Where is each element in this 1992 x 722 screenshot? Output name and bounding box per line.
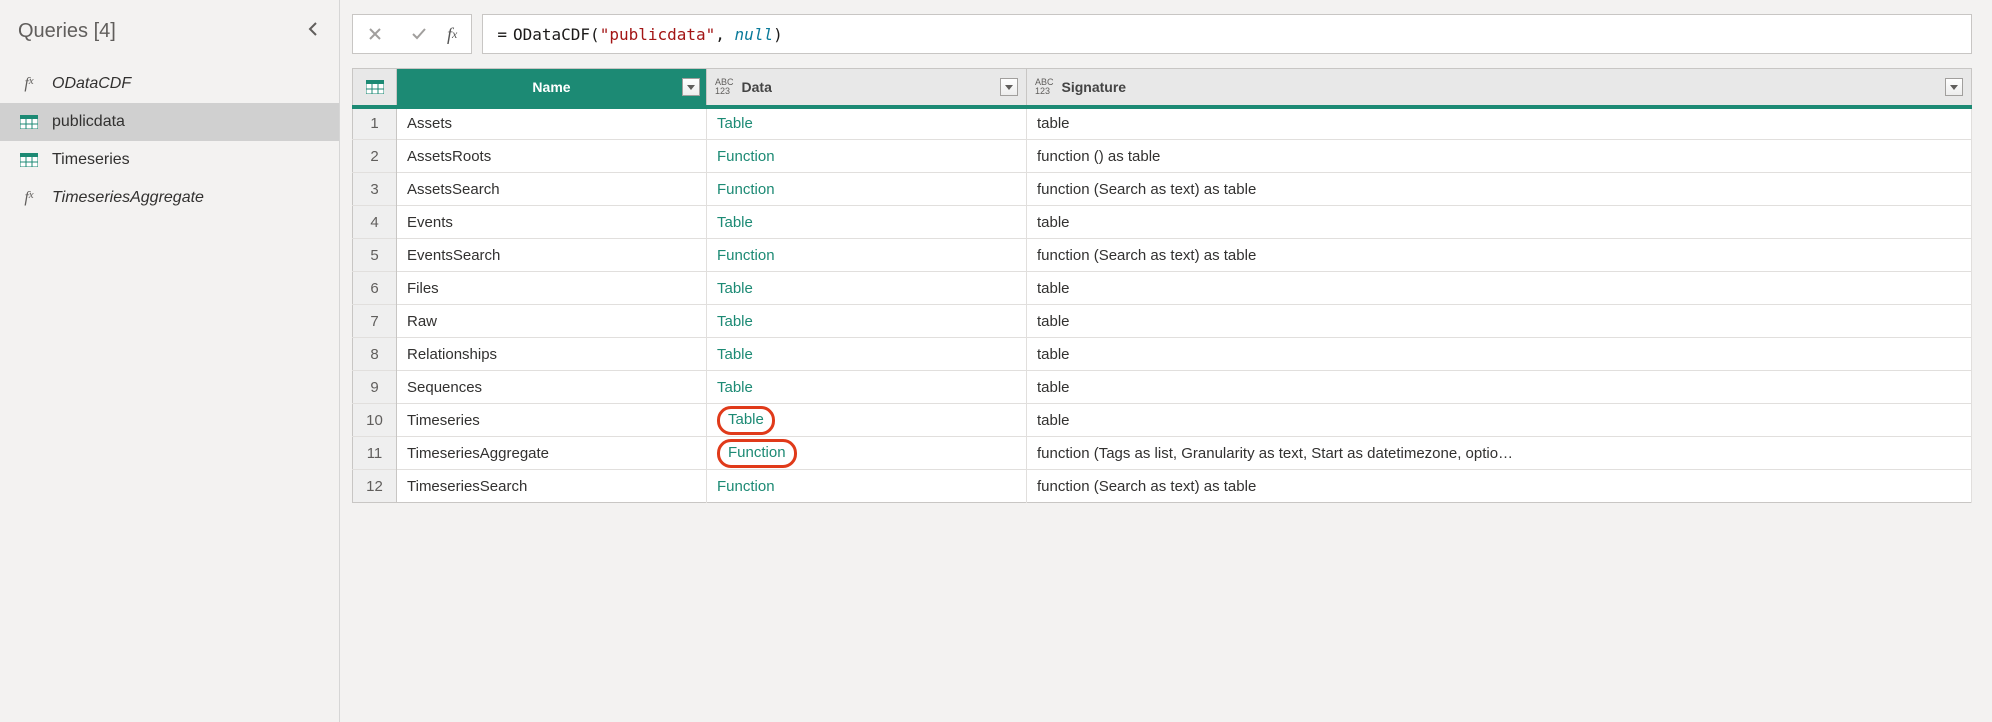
formula-input[interactable]: = ODataCDF ( "publicdata" , null ) xyxy=(482,14,1972,54)
cell-name[interactable]: EventsSearch xyxy=(397,239,707,272)
cell-signature[interactable]: table xyxy=(1027,272,1972,305)
row-number[interactable]: 1 xyxy=(353,107,397,140)
cell-data[interactable]: Table xyxy=(707,338,1027,371)
row-number[interactable]: 5 xyxy=(353,239,397,272)
row-number[interactable]: 4 xyxy=(353,206,397,239)
cell-signature[interactable]: function (Search as text) as table xyxy=(1027,239,1972,272)
cell-data[interactable]: Table xyxy=(707,371,1027,404)
table-row[interactable]: 4EventsTabletable xyxy=(353,206,1972,239)
cell-name[interactable]: TimeseriesSearch xyxy=(397,470,707,503)
cell-name[interactable]: AssetsSearch xyxy=(397,173,707,206)
cell-name[interactable]: Files xyxy=(397,272,707,305)
cell-signature[interactable]: table xyxy=(1027,338,1972,371)
queries-sidebar: Queries [4] fx ODataCDF publicdata Timeseri… xyxy=(0,0,340,722)
query-item-label: TimeseriesAggregate xyxy=(52,189,204,207)
formula-fn: ODataCDF xyxy=(513,25,590,44)
cell-name[interactable]: Assets xyxy=(397,107,707,140)
fx-icon: fx xyxy=(18,189,40,207)
filter-signature-button[interactable] xyxy=(1945,78,1963,96)
table-row[interactable]: 5EventsSearchFunctionfunction (Search as… xyxy=(353,239,1972,272)
confirm-formula-button[interactable] xyxy=(397,15,441,53)
cell-signature[interactable]: table xyxy=(1027,206,1972,239)
query-item-label: ODataCDF xyxy=(52,75,131,93)
cell-data[interactable]: Table xyxy=(707,206,1027,239)
table-icon xyxy=(18,153,40,167)
cell-signature[interactable]: table xyxy=(1027,107,1972,140)
cell-data[interactable]: Table xyxy=(707,404,1027,437)
cell-signature[interactable]: function (Search as text) as table xyxy=(1027,470,1972,503)
fx-icon: fx xyxy=(18,75,40,93)
cell-signature[interactable]: table xyxy=(1027,404,1972,437)
cell-signature[interactable]: table xyxy=(1027,305,1972,338)
filter-name-button[interactable] xyxy=(682,78,700,96)
cell-name[interactable]: Timeseries xyxy=(397,404,707,437)
query-item-publicdata[interactable]: publicdata xyxy=(0,103,339,141)
row-number[interactable]: 3 xyxy=(353,173,397,206)
filter-data-button[interactable] xyxy=(1000,78,1018,96)
table-row[interactable]: 6FilesTabletable xyxy=(353,272,1972,305)
row-number[interactable]: 10 xyxy=(353,404,397,437)
query-item-timeseries[interactable]: Timeseries xyxy=(0,141,339,179)
cell-data[interactable]: Function xyxy=(707,140,1027,173)
cell-name[interactable]: Events xyxy=(397,206,707,239)
formula-buttons: fx xyxy=(352,14,472,54)
cell-name[interactable]: Raw xyxy=(397,305,707,338)
row-number[interactable]: 7 xyxy=(353,305,397,338)
column-header-signature[interactable]: ABC123 Signature xyxy=(1027,69,1972,107)
select-all-cell[interactable] xyxy=(353,69,397,107)
cell-data[interactable]: Function xyxy=(707,470,1027,503)
row-number[interactable]: 9 xyxy=(353,371,397,404)
query-item-label: publicdata xyxy=(52,113,125,131)
chevron-left-icon[interactable] xyxy=(305,20,321,43)
query-item-timeseriesaggregate[interactable]: fx TimeseriesAggregate xyxy=(0,179,339,217)
query-item-odatacdf[interactable]: fx ODataCDF xyxy=(0,65,339,103)
cell-data[interactable]: Table xyxy=(707,272,1027,305)
row-number[interactable]: 6 xyxy=(353,272,397,305)
table-row[interactable]: 2AssetsRootsFunctionfunction () as table xyxy=(353,140,1972,173)
formula-arg: "publicdata" xyxy=(600,25,716,44)
cell-signature[interactable]: table xyxy=(1027,371,1972,404)
main-panel: fx = ODataCDF ( "publicdata" , null ) xyxy=(340,0,1992,722)
data-grid: Name ABC123 Data xyxy=(352,68,1972,503)
row-number[interactable]: 12 xyxy=(353,470,397,503)
formula-bar: fx = ODataCDF ( "publicdata" , null ) xyxy=(340,0,1992,68)
table-row[interactable]: 7RawTabletable xyxy=(353,305,1972,338)
query-item-label: Timeseries xyxy=(52,151,130,169)
table-row[interactable]: 8RelationshipsTabletable xyxy=(353,338,1972,371)
table-row[interactable]: 10TimeseriesTabletable xyxy=(353,404,1972,437)
cell-data[interactable]: Table xyxy=(707,107,1027,140)
row-number[interactable]: 2 xyxy=(353,140,397,173)
cell-signature[interactable]: function (Tags as list, Granularity as t… xyxy=(1027,437,1972,470)
cell-signature[interactable]: function (Search as text) as table xyxy=(1027,173,1972,206)
cell-name[interactable]: TimeseriesAggregate xyxy=(397,437,707,470)
type-any-icon: ABC123 xyxy=(715,78,734,96)
cancel-formula-button[interactable] xyxy=(353,15,397,53)
cell-signature[interactable]: function () as table xyxy=(1027,140,1972,173)
table-row[interactable]: 3AssetsSearchFunctionfunction (Search as… xyxy=(353,173,1972,206)
column-header-data[interactable]: ABC123 Data xyxy=(707,69,1027,107)
queries-title: Queries [4] xyxy=(18,20,116,43)
row-number[interactable]: 11 xyxy=(353,437,397,470)
column-header-name[interactable]: Name xyxy=(397,69,707,107)
table-row[interactable]: 9SequencesTabletable xyxy=(353,371,1972,404)
header-row: Name ABC123 Data xyxy=(353,69,1972,107)
cell-data[interactable]: Function xyxy=(707,173,1027,206)
table-row[interactable]: 12TimeseriesSearchFunctionfunction (Sear… xyxy=(353,470,1972,503)
formula-null: null xyxy=(735,25,774,44)
cell-name[interactable]: Sequences xyxy=(397,371,707,404)
cell-data[interactable]: Function xyxy=(707,239,1027,272)
type-any-icon: ABC123 xyxy=(1035,78,1054,96)
queries-header: Queries [4] xyxy=(0,10,339,65)
cell-name[interactable]: Relationships xyxy=(397,338,707,371)
fx-icon[interactable]: fx xyxy=(441,24,471,45)
table-icon xyxy=(18,115,40,129)
cell-name[interactable]: AssetsRoots xyxy=(397,140,707,173)
cell-data[interactable]: Table xyxy=(707,305,1027,338)
table-row[interactable]: 11TimeseriesAggregateFunctionfunction (T… xyxy=(353,437,1972,470)
row-number[interactable]: 8 xyxy=(353,338,397,371)
cell-data[interactable]: Function xyxy=(707,437,1027,470)
table-row[interactable]: 1AssetsTabletable xyxy=(353,107,1972,140)
